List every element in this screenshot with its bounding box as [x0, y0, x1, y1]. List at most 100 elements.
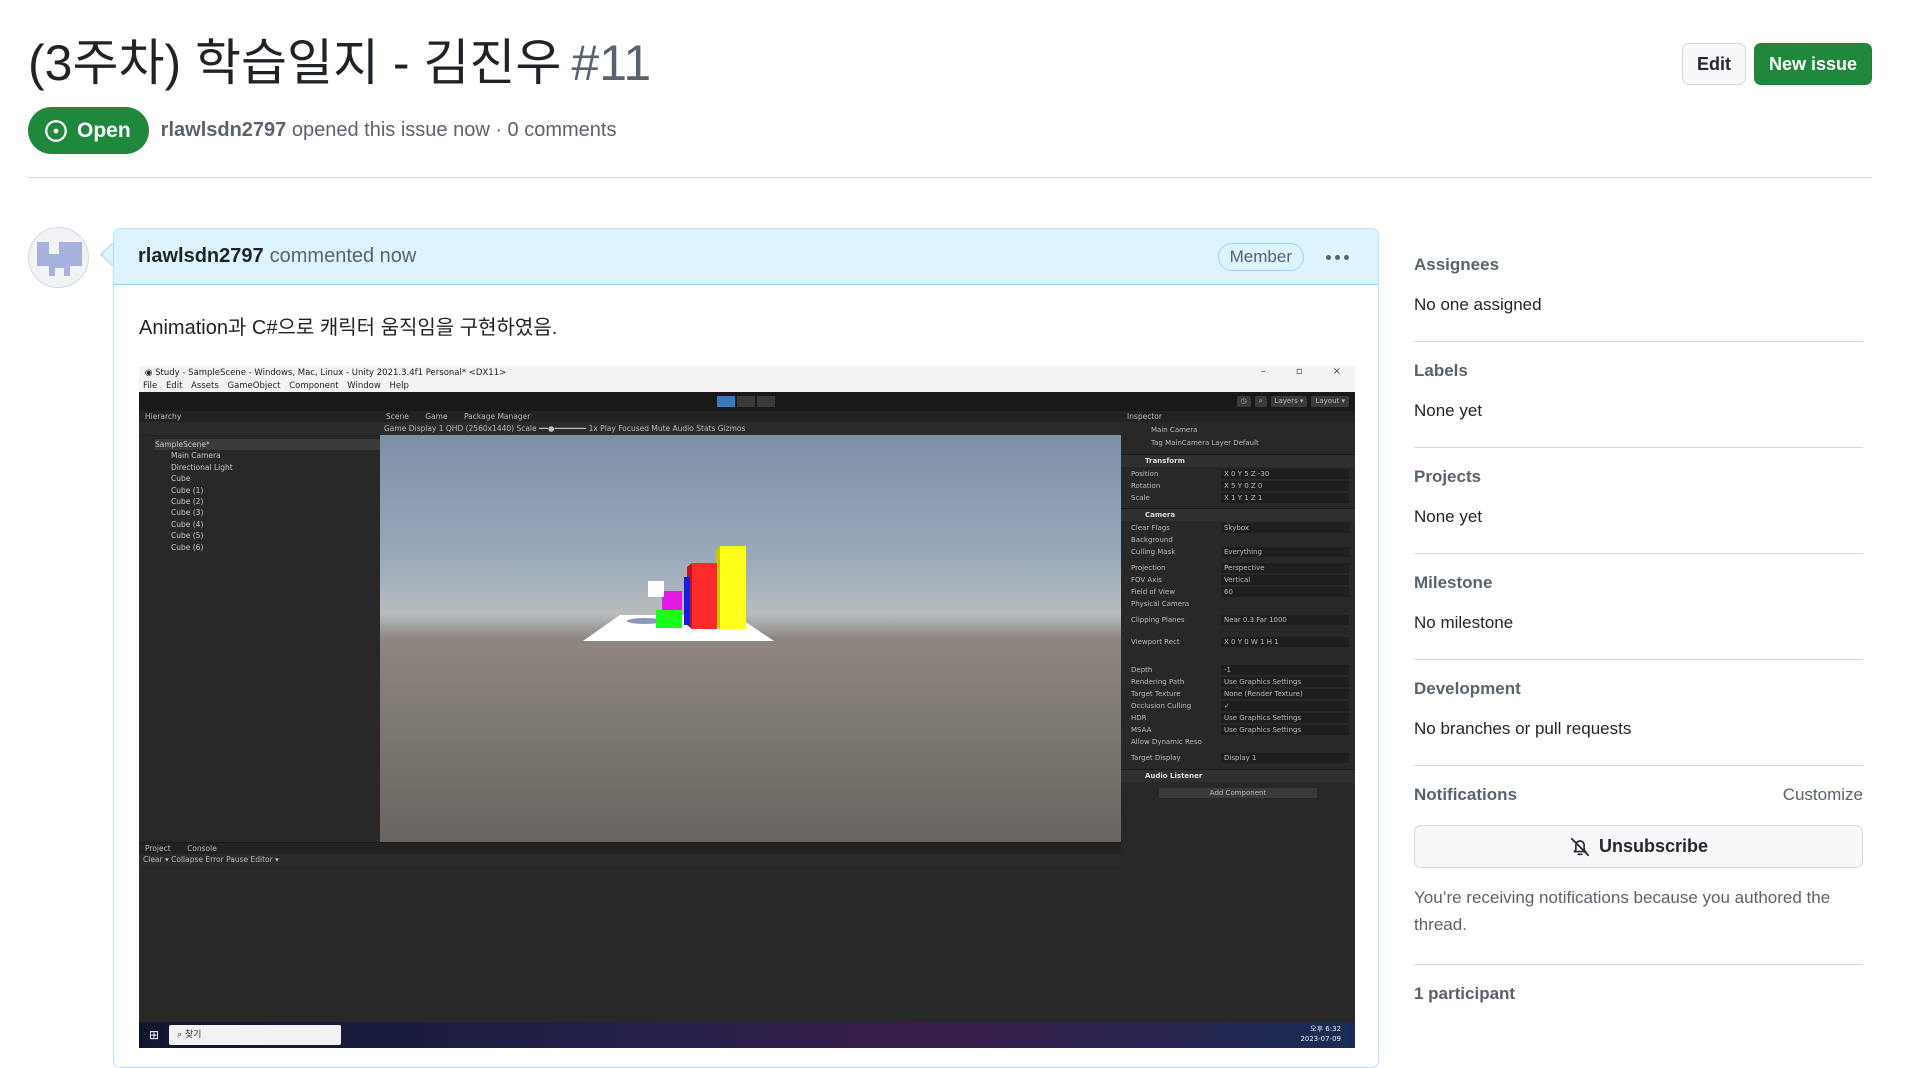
transform-row: Rotation X 5 Y 0 Z 0: [1131, 481, 1349, 491]
new-issue-button[interactable]: New issue: [1753, 43, 1872, 85]
camera-row: Allow Dynamic Reso: [1131, 738, 1202, 746]
menu-help: Help: [389, 381, 409, 391]
identicon-icon: [37, 242, 82, 278]
hierarchy-item: Cube (4): [171, 519, 204, 529]
unsubscribe-button[interactable]: Unsubscribe: [1414, 825, 1863, 868]
hierarchy-list: SampleScene* Main Camera Directional Lig…: [139, 436, 380, 553]
hierarchy-search: [139, 422, 380, 436]
camera-row: Target Texture None (Render Texture): [1131, 689, 1349, 699]
unity-toolbar: ◷ ⌕ Layers ▾ Layout ▾: [139, 392, 1355, 411]
cube-white: [648, 581, 664, 597]
menu-window: Window: [347, 381, 381, 391]
issue-author-link[interactable]: rlawlsdn2797: [161, 119, 287, 141]
pause-icon: [737, 396, 755, 407]
assignees-label[interactable]: Assignees: [1414, 255, 1863, 275]
layout-dropdown: Layout ▾: [1311, 396, 1349, 407]
game-tabs: Scene Game Package Manager: [380, 411, 1121, 422]
unsubscribe-label: Unsubscribe: [1598, 836, 1709, 856]
comment-header: rlawlsdn2797 commented now Member: [114, 229, 1378, 285]
camera-row: HDR Use Graphics Settings: [1131, 713, 1349, 723]
unity-window-title-text: Study - SampleScene - Windows, Mac, Linu…: [155, 368, 507, 378]
comment-author[interactable]: rlawlsdn2797: [138, 245, 264, 268]
camera-row: Clear Flags Skybox: [1131, 523, 1349, 533]
camera-row: Culling Mask Everything: [1131, 547, 1349, 557]
edit-button[interactable]: Edit: [1681, 43, 1746, 85]
game-viewport: [380, 435, 1121, 842]
play-icon: [717, 396, 735, 407]
restore-icon: ▫: [1295, 366, 1303, 377]
close-icon: ×: [1332, 366, 1341, 377]
issue-title: (3주차) 학습일지 - 김진우 #11: [28, 30, 651, 96]
hierarchy-item: Cube (6): [171, 542, 204, 552]
transform-header: Transform: [1121, 454, 1355, 467]
sidebar-projects: Projects None yet: [1414, 448, 1863, 554]
unity-screenshot[interactable]: ◉ Study - SampleScene - Windows, Mac, Li…: [139, 366, 1355, 1048]
window-controls: – ▫ ×: [1261, 366, 1341, 377]
camera-row: Target Display Display 1: [1131, 753, 1349, 763]
projects-label[interactable]: Projects: [1414, 467, 1863, 487]
comment-text: Animation과 C#으로 캐릭터 움직임을 구현하였음.: [139, 317, 558, 339]
camera-row: Physical Camera: [1131, 600, 1190, 608]
camera-row: Clipping Planes Near 0.3 Far 1000: [1131, 615, 1349, 625]
comment-body: Animation과 C#으로 캐릭터 움직임을 구현하였음. ◉ Study …: [114, 285, 1378, 1067]
cube-green: [656, 610, 682, 628]
transform-row: Scale X 1 Y 1 Z 1: [1131, 493, 1349, 503]
menu-edit: Edit: [165, 381, 183, 391]
add-component-button: Add Component: [1159, 788, 1317, 798]
inspector-tab: Inspector: [1121, 411, 1355, 422]
camera-header: Camera: [1121, 508, 1355, 521]
console-toolbar: Clear ▾ Collapse Error Pause Editor ▾: [139, 854, 1121, 866]
sidebar-labels: Labels None yet: [1414, 342, 1863, 448]
labels-label[interactable]: Labels: [1414, 361, 1863, 381]
sidebar-assignees: Assignees No one assigned: [1414, 236, 1863, 342]
comment-timestamp[interactable]: commented now: [270, 245, 417, 268]
history-icon: ◷: [1236, 396, 1251, 407]
issue-status-row: Open rlawlsdn2797 opened this issue now …: [28, 107, 616, 154]
comment-options-icon[interactable]: [1322, 242, 1352, 272]
menu-component: Component: [289, 381, 339, 391]
hierarchy-item: Cube (2): [171, 497, 204, 507]
unity-logo-icon: ◉: [145, 368, 156, 378]
camera-row: Rendering Path Use Graphics Settings: [1131, 677, 1349, 687]
customize-link[interactable]: Customize: [1783, 785, 1863, 805]
assignees-value: No one assigned: [1414, 295, 1542, 314]
unity-menubar: File Edit Assets GameObject Component Wi…: [139, 380, 1355, 392]
sidebar-milestone: Milestone No milestone: [1414, 554, 1863, 660]
taskbar-search-text: 찾기: [184, 1030, 202, 1040]
tray-date: 2023-07-09: [1300, 1035, 1341, 1043]
sidebar-notifications: Notifications Customize Unsubscribe You’…: [1414, 766, 1863, 965]
issue-state-label: Open: [77, 118, 131, 142]
tray-time: 오후 6:32: [1310, 1025, 1341, 1033]
milestone-label[interactable]: Milestone: [1414, 573, 1863, 593]
tab-package-manager: Package Manager: [463, 412, 531, 421]
member-badge: Member: [1217, 243, 1304, 271]
cube-yellow: [720, 546, 746, 629]
play-controls: [717, 396, 775, 407]
system-tray-clock: 오후 6:32 2023-07-09: [1300, 1024, 1341, 1044]
header-divider: [28, 177, 1872, 178]
comment-box: rlawlsdn2797 commented now Member Animat…: [113, 228, 1379, 1068]
tab-game: Game: [425, 412, 448, 421]
camera-row: Occlusion Culling ✓: [1131, 701, 1349, 711]
menu-file: File: [143, 381, 158, 391]
scene-render: [583, 546, 774, 641]
hierarchy-item: Cube (1): [171, 485, 204, 495]
tab-scene: Scene: [386, 412, 409, 421]
windows-taskbar: ⊞ ⌕ 찾기 오후 6:32 2023-07-09: [139, 1022, 1355, 1048]
avatar[interactable]: [28, 227, 89, 288]
hierarchy-item: Cube (3): [171, 508, 204, 518]
cube-red: [692, 563, 717, 629]
search-icon: ⌕: [1254, 396, 1267, 407]
tab-console: Console: [187, 844, 217, 853]
game-view-panel: Scene Game Package Manager Game Display …: [380, 411, 1121, 842]
camera-row: Field of View 60: [1131, 587, 1349, 597]
search-icon: ⌕: [177, 1030, 185, 1040]
cube-magenta: [662, 591, 682, 613]
layers-dropdown: Layers ▾: [1270, 396, 1308, 407]
toolbar-right: ◷ ⌕ Layers ▾ Layout ▾: [1236, 396, 1349, 407]
development-label[interactable]: Development: [1414, 679, 1863, 699]
labels-value: None yet: [1414, 401, 1483, 420]
hierarchy-item: SampleScene*: [155, 439, 380, 451]
issue-open-icon: [45, 119, 67, 142]
console-panel: Project Console Clear ▾ Collapse Error P…: [139, 842, 1121, 1023]
